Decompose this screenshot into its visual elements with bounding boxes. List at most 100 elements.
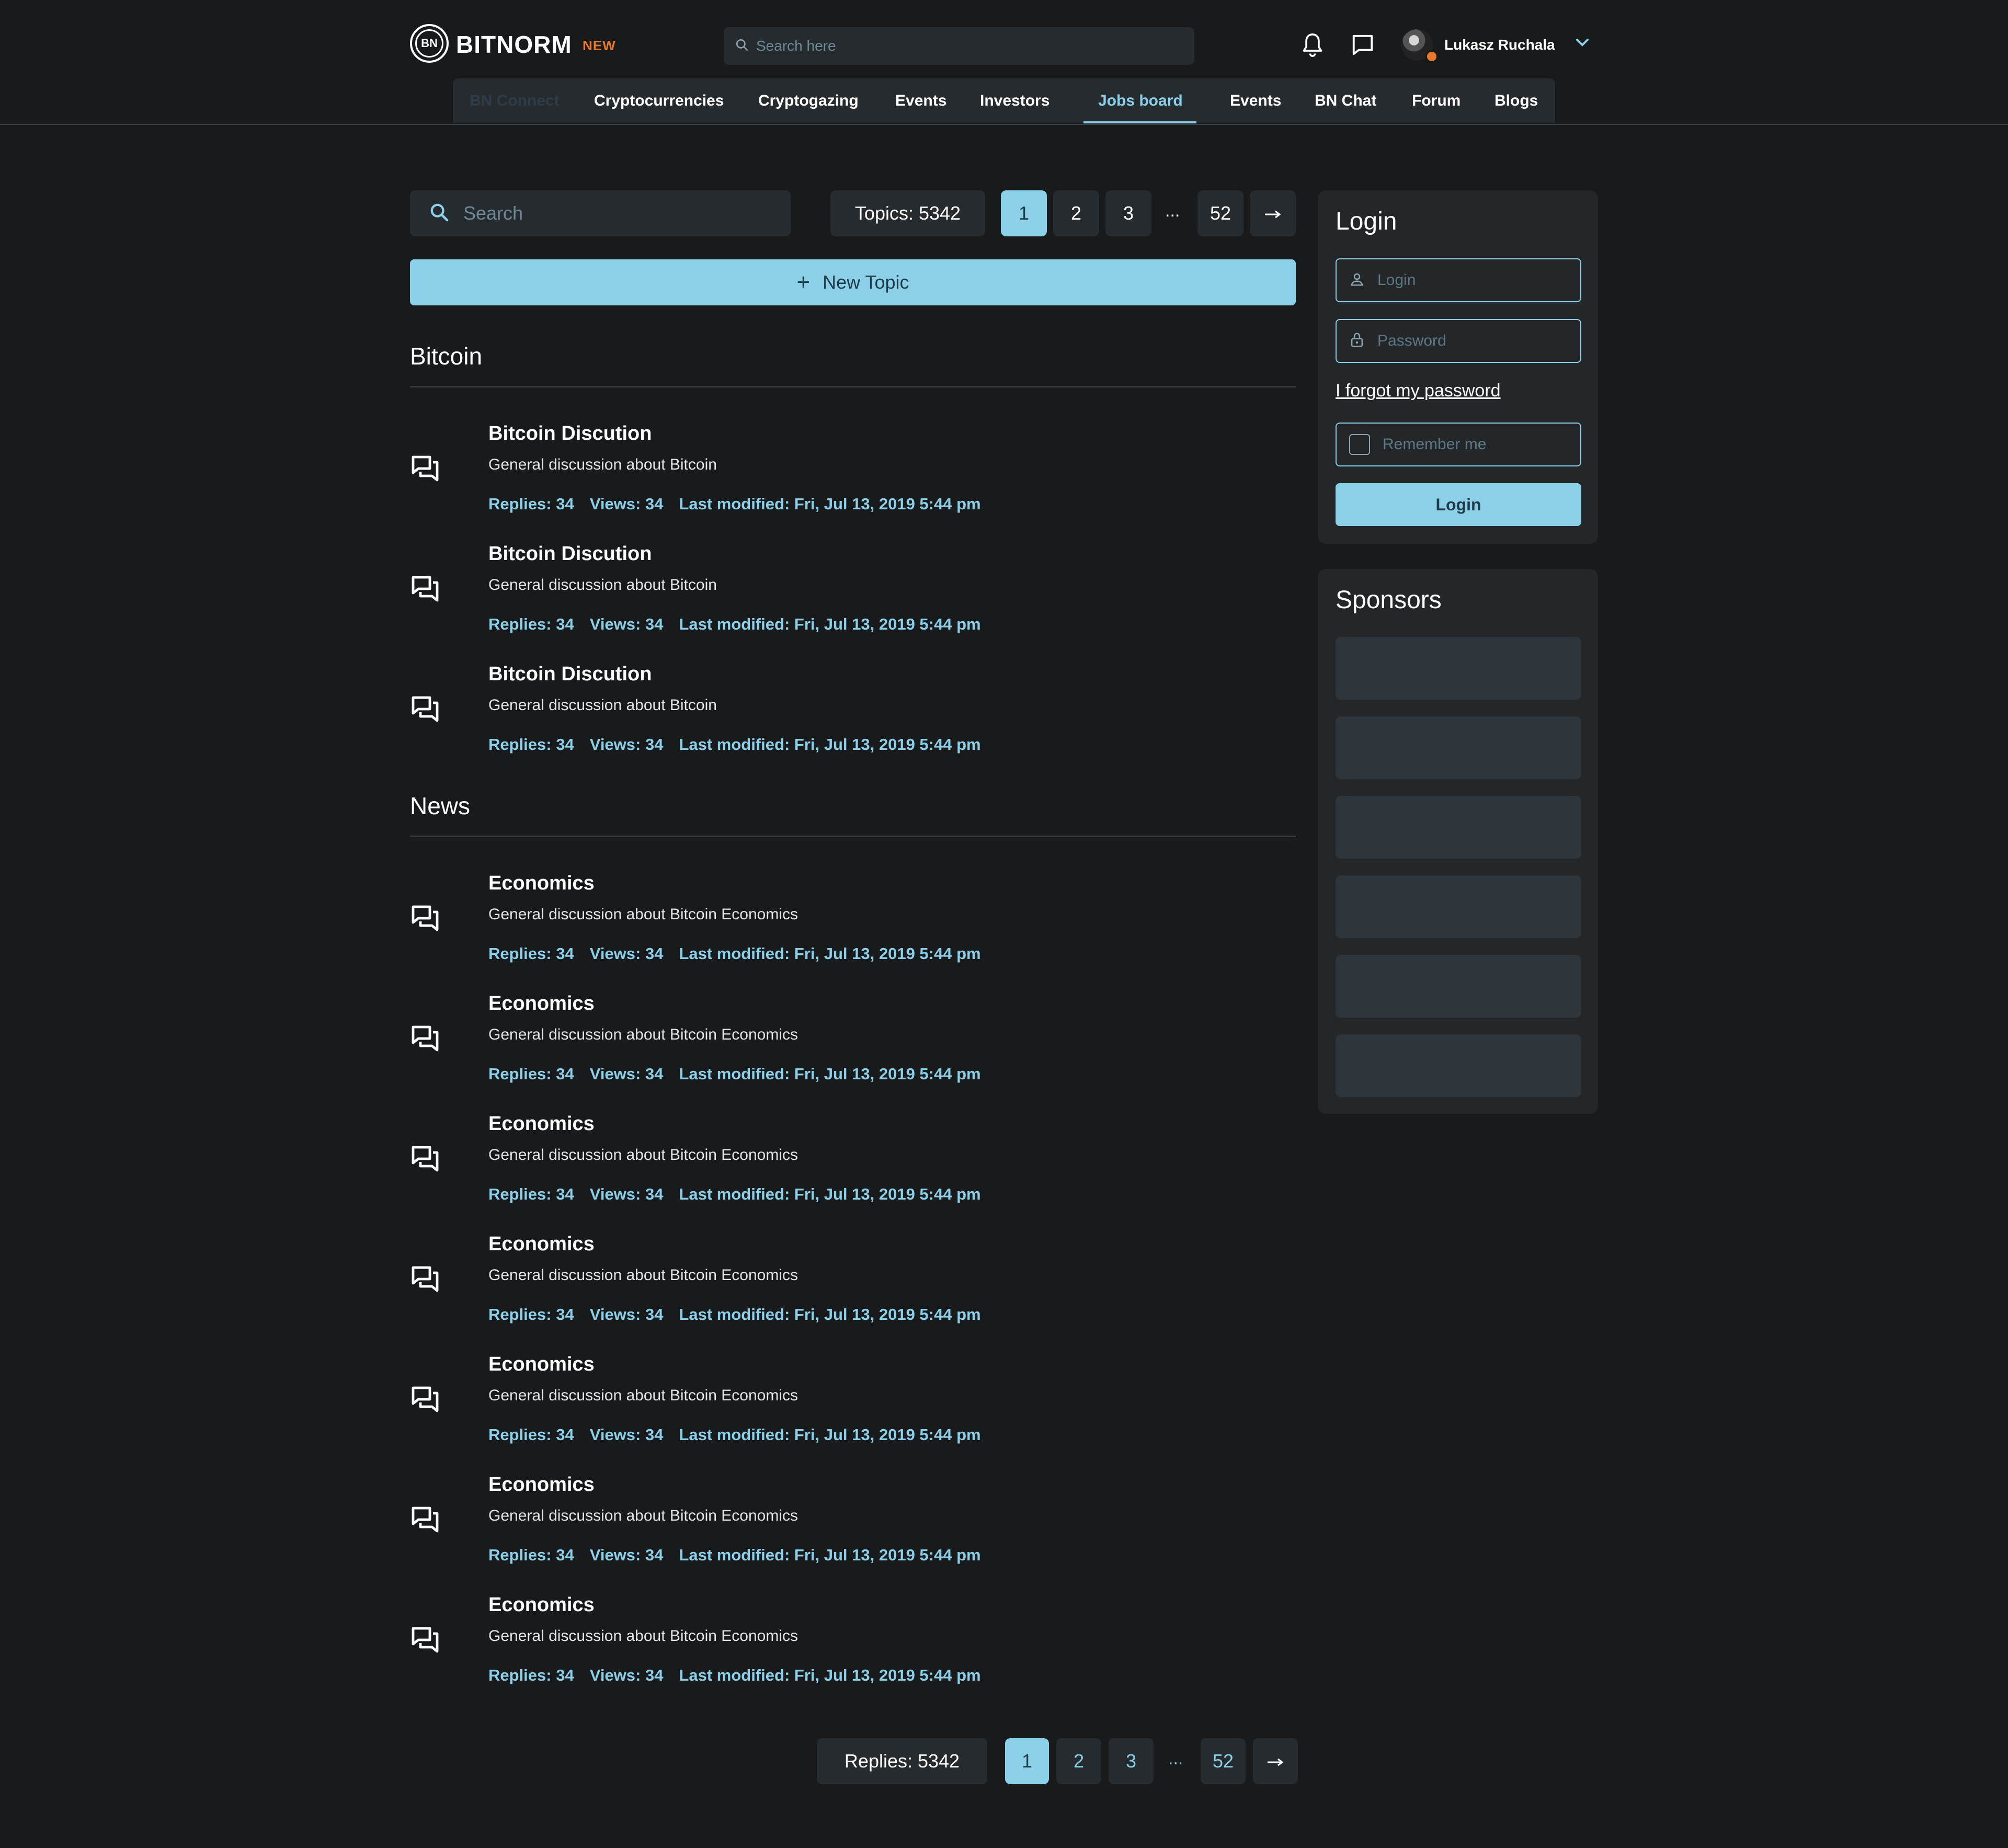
- page-1-button[interactable]: 1: [1005, 1738, 1049, 1784]
- forum-topic-icon: [410, 1504, 441, 1535]
- login-button[interactable]: Login: [1336, 483, 1581, 526]
- search-icon: [735, 38, 749, 54]
- nav-item-investors[interactable]: Investors: [980, 92, 1049, 110]
- topic-description: General discussion about Bitcoin Economi…: [488, 1507, 798, 1524]
- topic-views: Views: 34: [589, 615, 664, 633]
- topic-description: General discussion about Bitcoin Economi…: [488, 1146, 798, 1163]
- page-ellipsis: ...: [1168, 1749, 1183, 1769]
- sponsor-slot[interactable]: [1336, 955, 1581, 1018]
- nav-item-bn-connect[interactable]: BN Connect: [470, 92, 560, 110]
- section-divider: [410, 836, 1296, 837]
- remember-me-field[interactable]: Remember me: [1336, 423, 1581, 466]
- password-field[interactable]: [1336, 319, 1581, 363]
- new-badge: NEW: [583, 38, 616, 53]
- new-topic-button[interactable]: + New Topic: [410, 259, 1296, 305]
- topic-replies: Replies: 34: [488, 615, 574, 633]
- topic-replies: Replies: 34: [488, 1185, 574, 1203]
- topic-meta: Replies: 34 Views: 34 Last modified: Fri, …: [488, 1305, 997, 1324]
- nav-item-blogs[interactable]: Blogs: [1494, 92, 1538, 110]
- topic-meta: Replies: 34 Views: 34 Last modified: Fri, …: [488, 1546, 997, 1565]
- sponsor-slot[interactable]: [1336, 796, 1581, 859]
- topic-title[interactable]: Economics: [488, 872, 595, 895]
- sponsor-slot[interactable]: [1336, 875, 1581, 938]
- topic-modified: Last modified: Fri, Jul 13, 2019 5:44 pm: [679, 1666, 981, 1684]
- remember-me-checkbox[interactable]: [1349, 434, 1370, 455]
- topic-replies: Replies: 34: [488, 495, 574, 513]
- nav-item-cryptocurrencies[interactable]: Cryptocurrencies: [594, 92, 724, 110]
- page-3-button[interactable]: 3: [1105, 190, 1151, 236]
- topic-title[interactable]: Bitcoin Discution: [488, 663, 652, 686]
- page-1-button[interactable]: 1: [1001, 190, 1047, 236]
- topic-description: General discussion about Bitcoin Economi…: [488, 906, 798, 923]
- nav-item-events-2[interactable]: Events: [1230, 92, 1281, 110]
- header-search[interactable]: [724, 27, 1194, 65]
- login-input[interactable]: [1376, 271, 1567, 290]
- login-field[interactable]: [1336, 258, 1581, 302]
- nav-item-cryptogazing[interactable]: Cryptogazing: [758, 92, 859, 110]
- header-search-input[interactable]: [755, 37, 1165, 55]
- topic-modified: Last modified: Fri, Jul 13, 2019 5:44 pm: [679, 944, 981, 963]
- topic-views: Views: 34: [589, 1666, 664, 1684]
- page-52-button[interactable]: 52: [1197, 190, 1243, 236]
- topic-title[interactable]: Economics: [488, 1233, 595, 1256]
- topic-title[interactable]: Economics: [488, 1113, 595, 1135]
- topic-title[interactable]: Bitcoin Discution: [488, 543, 652, 565]
- brand-logo[interactable]: BN: [410, 24, 449, 63]
- arrow-right-icon: [1267, 1750, 1284, 1772]
- sponsor-slot[interactable]: [1336, 637, 1581, 700]
- topic-replies: Replies: 34: [488, 1425, 574, 1444]
- forum-topic-icon: [410, 1263, 441, 1295]
- chevron-down-icon[interactable]: [1575, 38, 1590, 51]
- topic-modified: Last modified: Fri, Jul 13, 2019 5:44 pm: [679, 1065, 981, 1083]
- nav-item-forum[interactable]: Forum: [1412, 92, 1461, 110]
- brand-name[interactable]: BITNORM: [456, 30, 572, 59]
- forum-topic-icon: [410, 1023, 441, 1054]
- topic-description: General discussion about Bitcoin Economi…: [488, 1026, 798, 1043]
- topic-replies: Replies: 34: [488, 1546, 574, 1564]
- nav-item-bn-chat[interactable]: BN Chat: [1315, 92, 1376, 110]
- topic-title[interactable]: Economics: [488, 1353, 595, 1376]
- topic-title[interactable]: Economics: [488, 1474, 595, 1496]
- page-3-button[interactable]: 3: [1109, 1738, 1154, 1784]
- section-divider: [410, 386, 1296, 387]
- topic-modified: Last modified: Fri, Jul 13, 2019 5:44 pm: [679, 495, 981, 513]
- topics-count: Topics: 5342: [830, 190, 985, 236]
- topic-replies: Replies: 34: [488, 1065, 574, 1083]
- forum-topic-icon: [410, 1143, 441, 1174]
- topic-meta: Replies: 34 Views: 34 Last modified: Fri, …: [488, 1185, 997, 1204]
- topic-title[interactable]: Economics: [488, 1594, 595, 1616]
- nav-item-events[interactable]: Events: [895, 92, 946, 110]
- next-page-button[interactable]: [1250, 190, 1296, 236]
- topic-replies: Replies: 34: [488, 944, 574, 963]
- topic-meta: Replies: 34 Views: 34 Last modified: Fri, …: [488, 615, 997, 634]
- nav-item-jobs-board[interactable]: Jobs board: [1098, 92, 1183, 110]
- forum-topic-icon: [410, 903, 441, 934]
- forum-search[interactable]: [410, 190, 791, 236]
- topic-meta: Replies: 34 Views: 34 Last modified: Fri, …: [488, 1666, 997, 1685]
- forgot-password-link[interactable]: I forgot my password: [1336, 381, 1501, 401]
- sponsor-slot[interactable]: [1336, 716, 1581, 779]
- topic-title[interactable]: Economics: [488, 993, 595, 1015]
- section-title-bitcoin: Bitcoin: [410, 343, 483, 370]
- login-title: Login: [1336, 208, 1397, 235]
- password-input[interactable]: [1376, 332, 1567, 350]
- forum-topic-icon: [410, 693, 441, 725]
- page-2-button[interactable]: 2: [1053, 190, 1099, 236]
- topic-replies: Replies: 34: [488, 735, 574, 754]
- page-2-button[interactable]: 2: [1056, 1738, 1101, 1784]
- sponsors-title: Sponsors: [1336, 586, 1442, 614]
- topic-meta: Replies: 34 Views: 34 Last modified: Fri, …: [488, 944, 997, 963]
- topic-replies: Replies: 34: [488, 1666, 574, 1684]
- chat-icon[interactable]: [1348, 30, 1377, 60]
- brand-logo-mark: BN: [415, 29, 443, 58]
- forum-search-input[interactable]: [462, 202, 757, 225]
- topic-title[interactable]: Bitcoin Discution: [488, 423, 652, 445]
- topic-description: General discussion about Bitcoin Economi…: [488, 1387, 798, 1404]
- topic-meta: Replies: 34 Views: 34 Last modified: Fri, …: [488, 735, 997, 754]
- bell-icon[interactable]: [1298, 30, 1327, 60]
- topic-meta: Replies: 34 Views: 34 Last modified: Fri, …: [488, 1065, 997, 1083]
- page-52-button[interactable]: 52: [1201, 1738, 1246, 1784]
- next-page-button[interactable]: [1253, 1738, 1298, 1784]
- user-name[interactable]: Lukasz Ruchala: [1444, 37, 1555, 53]
- sponsor-slot[interactable]: [1336, 1034, 1581, 1097]
